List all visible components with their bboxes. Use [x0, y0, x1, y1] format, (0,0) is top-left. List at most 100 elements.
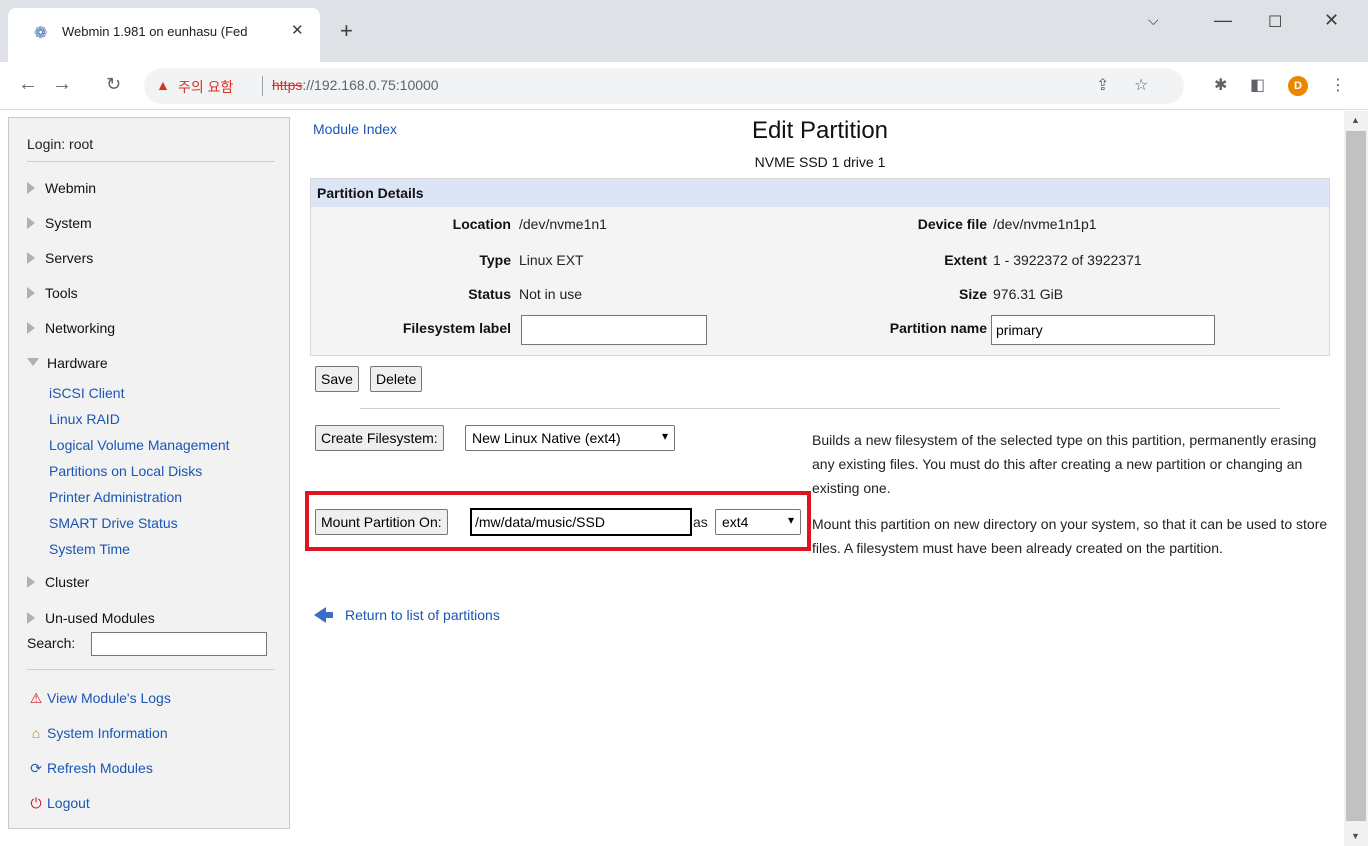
minimize-icon[interactable]: — [1214, 10, 1232, 31]
return-to-partitions-link[interactable]: Return to list of partitions [314, 607, 500, 623]
view-module-logs-link[interactable]: ⚠ View Module's Logs [27, 690, 171, 707]
system-information-link[interactable]: ⌂ System Information [27, 725, 168, 741]
sidebar-category-servers[interactable]: Servers [27, 250, 93, 266]
tab-search-icon[interactable]: ⌵ [1148, 12, 1159, 29]
create-filesystem-description: Builds a new filesystem of the selected … [812, 432, 1317, 496]
expand-triangle-icon [27, 612, 35, 624]
expand-triangle-icon [27, 252, 35, 264]
mount-point-input[interactable]: /mw/data/music/SSD [470, 508, 692, 536]
sidebar-item-iscsi-client[interactable]: iSCSI Client [49, 385, 124, 401]
left-sidebar: Login: root Webmin System Servers Tools … [8, 117, 290, 829]
back-arrow-stem [325, 612, 333, 618]
delete-button[interactable]: Delete [370, 366, 423, 392]
forward-arrow-icon[interactable]: → [52, 74, 72, 94]
expand-triangle-icon [27, 217, 35, 229]
sidebar-category-unused-modules[interactable]: Un-used Modules [27, 610, 155, 626]
device-file-value: /dev/nvme1n1p1 [993, 216, 1097, 232]
filesystem-label-input[interactable] [521, 315, 707, 345]
browser-tabstrip: ❁ Webmin 1.981 on eunhasu (Fed ✕ + ⌵ — ☐… [0, 0, 1368, 62]
expand-triangle-icon [27, 576, 35, 588]
new-tab-button[interactable]: + [340, 20, 353, 42]
maximize-icon[interactable]: ☐ [1268, 12, 1282, 32]
address-bar[interactable]: ▲ 주의 요함 https://192.168.0.75:10000 ⇪ ☆ [144, 68, 1184, 104]
login-user: Login: root [27, 136, 94, 152]
category-label: Un-used Modules [45, 610, 155, 626]
security-status[interactable]: 주의 요함 [178, 77, 233, 97]
filesystem-type-select[interactable]: New Linux Native (ext4) ▾ [465, 425, 675, 451]
partition-name-label: Partition name [889, 320, 987, 336]
create-filesystem-button[interactable]: Create Filesystem: [315, 425, 444, 451]
reload-icon[interactable]: ↻ [106, 75, 121, 93]
share-icon[interactable]: ⇪ [1096, 75, 1109, 95]
module-search-input[interactable] [91, 632, 267, 656]
sidebar-item-printer-administration[interactable]: Printer Administration [49, 489, 182, 505]
collapse-triangle-icon [27, 358, 39, 366]
sidebar-item-smart-drive-status[interactable]: SMART Drive Status [49, 515, 178, 531]
location-label: Location [452, 216, 511, 232]
link-label: System Information [47, 725, 168, 741]
link-label: Logout [47, 795, 90, 811]
mount-filesystem-select[interactable]: ext4 ▾ [715, 509, 801, 535]
sidebar-category-tools[interactable]: Tools [27, 285, 78, 301]
mount-partition-button[interactable]: Mount Partition On: [315, 509, 448, 535]
chevron-down-icon: ▾ [661, 429, 668, 443]
webmin-page: Login: root Webmin System Servers Tools … [0, 111, 1368, 846]
tab-close-icon[interactable]: ✕ [291, 21, 304, 39]
extensions-puzzle-icon[interactable]: ✱ [1214, 75, 1227, 95]
scroll-up-arrow-icon[interactable]: ▲ [1351, 115, 1360, 125]
sidebar-divider [27, 161, 275, 162]
chevron-down-icon: ▾ [787, 513, 794, 527]
main-content: Module Index Edit Partition NVME SSD 1 d… [300, 111, 1336, 846]
page-subtitle: NVME SSD 1 drive 1 [754, 154, 886, 170]
save-button[interactable]: Save [315, 366, 359, 392]
more-menu-icon[interactable]: ⋮ [1330, 75, 1346, 95]
partition-name-input[interactable]: primary [991, 315, 1215, 345]
expand-triangle-icon [27, 322, 35, 334]
page-title: Edit Partition [751, 117, 889, 144]
logout-link[interactable]: ⏻ Logout [27, 795, 90, 812]
mount-as-label: as [693, 514, 708, 530]
profile-avatar[interactable]: D [1288, 76, 1308, 96]
refresh-modules-link[interactable]: ⟳ Refresh Modules [27, 760, 153, 777]
close-window-icon[interactable]: ✕ [1324, 10, 1339, 31]
sidebar-item-linux-raid[interactable]: Linux RAID [49, 411, 120, 427]
filesystem-type-value: New Linux Native (ext4) [472, 430, 621, 446]
category-label: Webmin [45, 180, 97, 196]
back-arrow-icon[interactable]: ← [18, 74, 38, 94]
sidebar-category-networking[interactable]: Networking [27, 320, 115, 336]
url-text[interactable]: https://192.168.0.75:10000 [272, 77, 439, 93]
sidebar-category-cluster[interactable]: Cluster [27, 574, 89, 590]
category-label: Cluster [45, 574, 90, 590]
browser-toolbar: ← → ↻ ▲ 주의 요함 https://192.168.0.75:10000… [0, 62, 1368, 110]
browser-tab[interactable]: ❁ Webmin 1.981 on eunhasu (Fed ✕ [8, 8, 320, 62]
scroll-down-arrow-icon[interactable]: ▼ [1351, 831, 1360, 841]
vertical-scrollbar[interactable]: ▲ ▼ [1344, 111, 1368, 846]
sidebar-category-system[interactable]: System [27, 215, 92, 231]
category-label: Networking [45, 320, 116, 336]
type-value: Linux EXT [519, 252, 584, 268]
sidebar-category-hardware[interactable]: Hardware [27, 355, 108, 371]
webmin-favicon-icon: ❁ [34, 25, 48, 42]
location-value: /dev/nvme1n1 [519, 216, 607, 232]
side-panel-icon[interactable]: ◧ [1250, 75, 1265, 95]
status-label: Status [468, 286, 511, 302]
extent-value: 1 - 3922372 of 3922371 [993, 252, 1142, 268]
power-icon: ⏻ [30, 795, 42, 811]
scrollbar-thumb[interactable] [1346, 131, 1366, 821]
refresh-icon: ⟳ [30, 760, 42, 776]
sidebar-item-partitions-on-local-disks[interactable]: Partitions on Local Disks [49, 463, 202, 479]
url-host: ://192.168.0.75:10000 [302, 77, 439, 93]
sidebar-category-webmin[interactable]: Webmin [27, 180, 96, 196]
category-label: System [45, 215, 92, 231]
filesystem-label-label: Filesystem label [402, 320, 511, 336]
mount-filesystem-value: ext4 [722, 514, 749, 530]
bookmark-star-icon[interactable]: ☆ [1134, 75, 1148, 95]
warning-icon[interactable]: ▲ [156, 77, 170, 93]
sidebar-item-system-time[interactable]: System Time [49, 541, 130, 557]
category-label: Servers [45, 250, 94, 266]
category-label: Hardware [47, 355, 108, 371]
home-icon: ⌂ [31, 725, 41, 741]
sidebar-item-logical-volume-management[interactable]: Logical Volume Management [49, 437, 230, 453]
size-label: Size [958, 286, 987, 302]
link-label: View Module's Logs [47, 690, 171, 706]
